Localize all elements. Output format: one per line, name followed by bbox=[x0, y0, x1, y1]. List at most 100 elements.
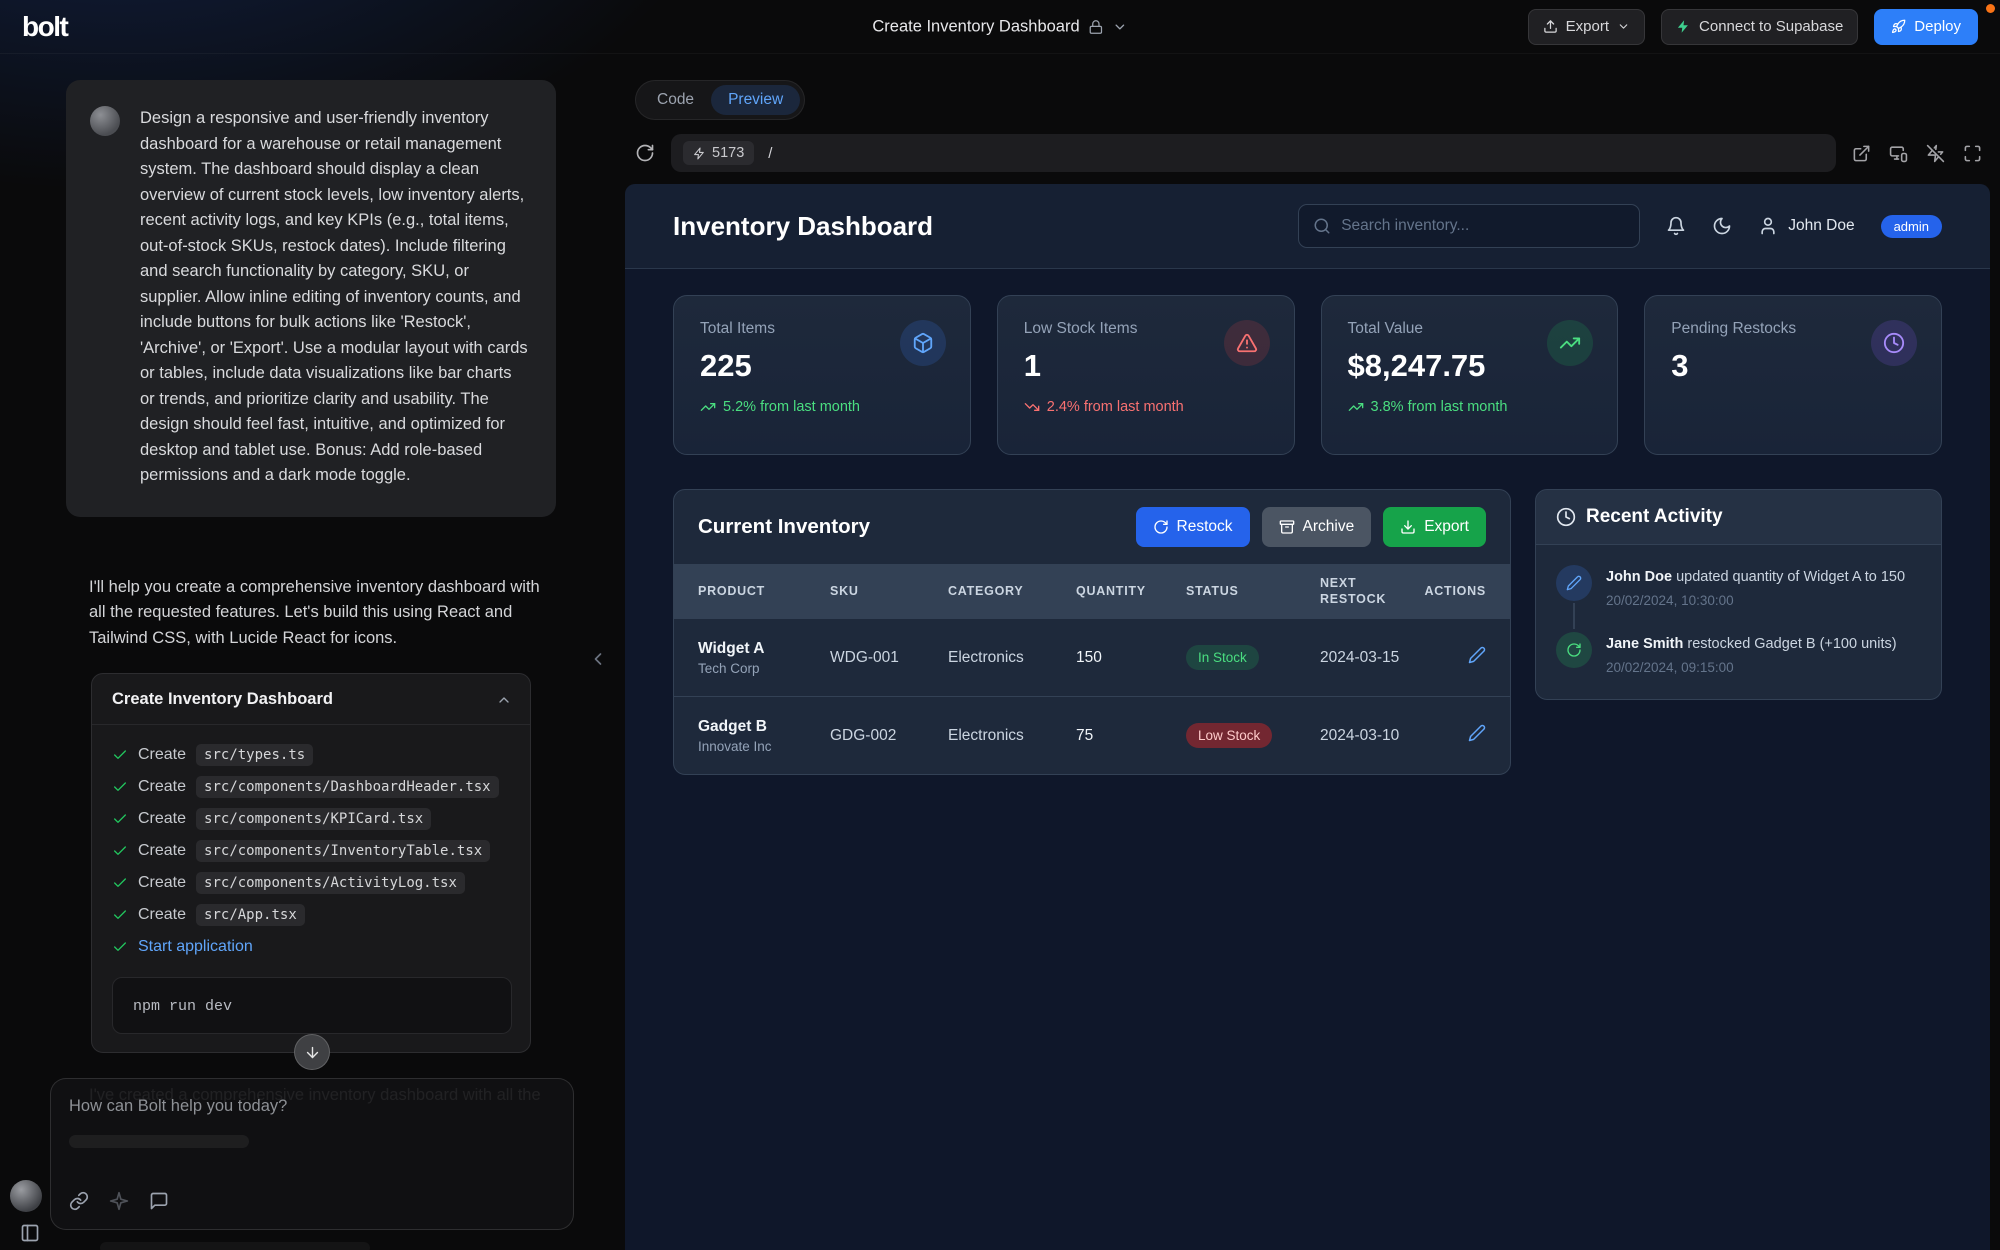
package-icon bbox=[900, 320, 946, 366]
file-chip[interactable]: src/components/DashboardHeader.tsx bbox=[196, 776, 499, 798]
arrow-down-icon bbox=[304, 1044, 321, 1061]
url-path: / bbox=[768, 145, 772, 162]
trend-up-icon bbox=[700, 399, 716, 415]
view-tabs: Code Preview bbox=[635, 80, 805, 120]
redacted-text bbox=[69, 1135, 249, 1148]
edit-row-button[interactable] bbox=[1468, 646, 1486, 664]
sparkles-icon[interactable] bbox=[109, 1191, 129, 1211]
column-header: ACTIONS bbox=[1416, 583, 1486, 599]
kpi-value: 3 bbox=[1671, 348, 1796, 384]
port-pill[interactable]: 5173 bbox=[683, 141, 754, 165]
plan-title: Create Inventory Dashboard bbox=[112, 690, 333, 709]
start-application-link[interactable]: Start application bbox=[138, 938, 253, 956]
chat-input[interactable] bbox=[69, 1097, 555, 1127]
plan-card: Create Inventory Dashboard Create src/ty… bbox=[91, 673, 531, 1053]
assistant-intro-text: I'll help you create a comprehensive inv… bbox=[89, 575, 559, 652]
lock-icon bbox=[1089, 19, 1104, 34]
composer-toolbar bbox=[69, 1191, 555, 1211]
activity-timestamp: 20/02/2024, 10:30:00 bbox=[1606, 593, 1905, 608]
check-icon bbox=[112, 843, 128, 859]
dashboard-header-actions: John Doe admin bbox=[1298, 204, 1942, 248]
devices-icon bbox=[1889, 144, 1908, 163]
profile-avatar[interactable] bbox=[10, 1180, 42, 1212]
column-header: PRODUCT bbox=[698, 583, 830, 599]
refresh-icon bbox=[635, 143, 655, 163]
scroll-to-bottom-button[interactable] bbox=[294, 1034, 330, 1070]
chat-bubble-icon[interactable] bbox=[149, 1191, 169, 1211]
column-header: QUANTITY bbox=[1076, 583, 1186, 599]
fullscreen-button[interactable] bbox=[1963, 144, 1982, 163]
quantity-cell[interactable]: 75 bbox=[1076, 727, 1186, 745]
step-action-label: Create bbox=[138, 778, 186, 796]
chevron-left-icon bbox=[588, 649, 608, 669]
supabase-bolt-icon bbox=[1676, 19, 1691, 34]
kpi-delta: 5.2% from last month bbox=[700, 399, 860, 415]
activity-header: Recent Activity bbox=[1536, 490, 1941, 545]
alert-triangle-icon bbox=[1224, 320, 1270, 366]
bolt-app: bolt Create Inventory Dashboard Export C… bbox=[0, 0, 2000, 1250]
file-chip[interactable]: src/App.tsx bbox=[196, 904, 305, 926]
export-button[interactable]: Export bbox=[1528, 9, 1645, 45]
archive-button[interactable]: Archive bbox=[1262, 507, 1372, 547]
user-avatar bbox=[90, 106, 120, 136]
category-cell: Electronics bbox=[948, 649, 1076, 667]
file-chip[interactable]: src/components/InventoryTable.tsx bbox=[196, 840, 490, 862]
export-inventory-button[interactable]: Export bbox=[1383, 507, 1486, 547]
project-title-menu[interactable]: Create Inventory Dashboard bbox=[872, 17, 1127, 36]
open-external-button[interactable] bbox=[1852, 144, 1871, 163]
activity-item: John Doe updated quantity of Widget A to… bbox=[1556, 565, 1921, 608]
external-link-icon bbox=[1852, 144, 1871, 163]
sidebar-toggle-button[interactable] bbox=[20, 1222, 42, 1244]
user-menu[interactable]: John Doe bbox=[1758, 216, 1854, 236]
url-bar[interactable]: 5173 / bbox=[671, 134, 1836, 172]
tab-preview[interactable]: Preview bbox=[711, 85, 800, 115]
product-name: Widget A bbox=[698, 640, 830, 658]
device-preview-button[interactable] bbox=[1889, 144, 1908, 163]
dark-mode-toggle[interactable] bbox=[1712, 216, 1732, 236]
chevron-down-icon bbox=[1113, 19, 1128, 34]
edit-row-button[interactable] bbox=[1468, 724, 1486, 742]
refresh-button[interactable] bbox=[635, 143, 655, 163]
kpi-card-total-items: Total Items 225 5.2% from last month bbox=[673, 295, 971, 455]
upload-icon bbox=[1543, 19, 1558, 34]
main-layout: Design a responsive and user-friendly in… bbox=[0, 54, 2000, 1250]
search-box bbox=[1298, 204, 1640, 248]
restock-button[interactable]: Restock bbox=[1136, 507, 1250, 547]
deploy-label: Deploy bbox=[1914, 18, 1961, 35]
kpi-value: 225 bbox=[700, 348, 860, 384]
file-chip[interactable]: src/components/ActivityLog.tsx bbox=[196, 872, 465, 894]
user-name: John Doe bbox=[1788, 217, 1854, 235]
column-header: CATEGORY bbox=[948, 583, 1076, 599]
connect-supabase-button[interactable]: Connect to Supabase bbox=[1661, 9, 1858, 45]
kpi-label: Pending Restocks bbox=[1671, 320, 1796, 338]
collapse-chat-button[interactable] bbox=[588, 642, 614, 676]
kpi-row: Total Items 225 5.2% from last month bbox=[625, 269, 1990, 455]
step-action-label: Create bbox=[138, 906, 186, 924]
kpi-label: Total Value bbox=[1348, 320, 1508, 338]
check-icon bbox=[112, 875, 128, 891]
deploy-button[interactable]: Deploy bbox=[1874, 9, 1978, 45]
quantity-cell[interactable]: 150 bbox=[1076, 649, 1186, 667]
table-header-row: PRODUCT SKU CATEGORY QUANTITY STATUS NEX… bbox=[674, 564, 1510, 618]
plan-card-header[interactable]: Create Inventory Dashboard bbox=[92, 674, 530, 725]
file-chip[interactable]: src/types.ts bbox=[196, 744, 313, 766]
file-chip[interactable]: src/components/KPICard.tsx bbox=[196, 808, 431, 830]
moon-icon bbox=[1712, 216, 1732, 236]
assistant-message: I'll help you create a comprehensive inv… bbox=[89, 575, 559, 1109]
panel-left-icon bbox=[20, 1223, 40, 1243]
workbench-panel: Code Preview 5173 / bbox=[625, 54, 2000, 1250]
tab-code[interactable]: Code bbox=[640, 85, 711, 115]
check-icon bbox=[112, 747, 128, 763]
link-icon[interactable] bbox=[69, 1191, 89, 1211]
kpi-delta: 2.4% from last month bbox=[1024, 399, 1184, 415]
inventory-card: Current Inventory Restock Archive bbox=[673, 489, 1511, 775]
bolt-logo[interactable]: bolt bbox=[22, 11, 67, 43]
chat-panel: Design a responsive and user-friendly in… bbox=[0, 54, 625, 1250]
product-supplier: Innovate Inc bbox=[698, 739, 830, 754]
notifications-button[interactable] bbox=[1666, 216, 1686, 236]
status-badge: In Stock bbox=[1186, 645, 1259, 670]
search-input[interactable] bbox=[1341, 217, 1625, 235]
disable-hot-reload-button[interactable] bbox=[1926, 144, 1945, 163]
bell-icon bbox=[1666, 216, 1686, 236]
next-restock-cell: 2024-03-15 bbox=[1320, 649, 1416, 667]
